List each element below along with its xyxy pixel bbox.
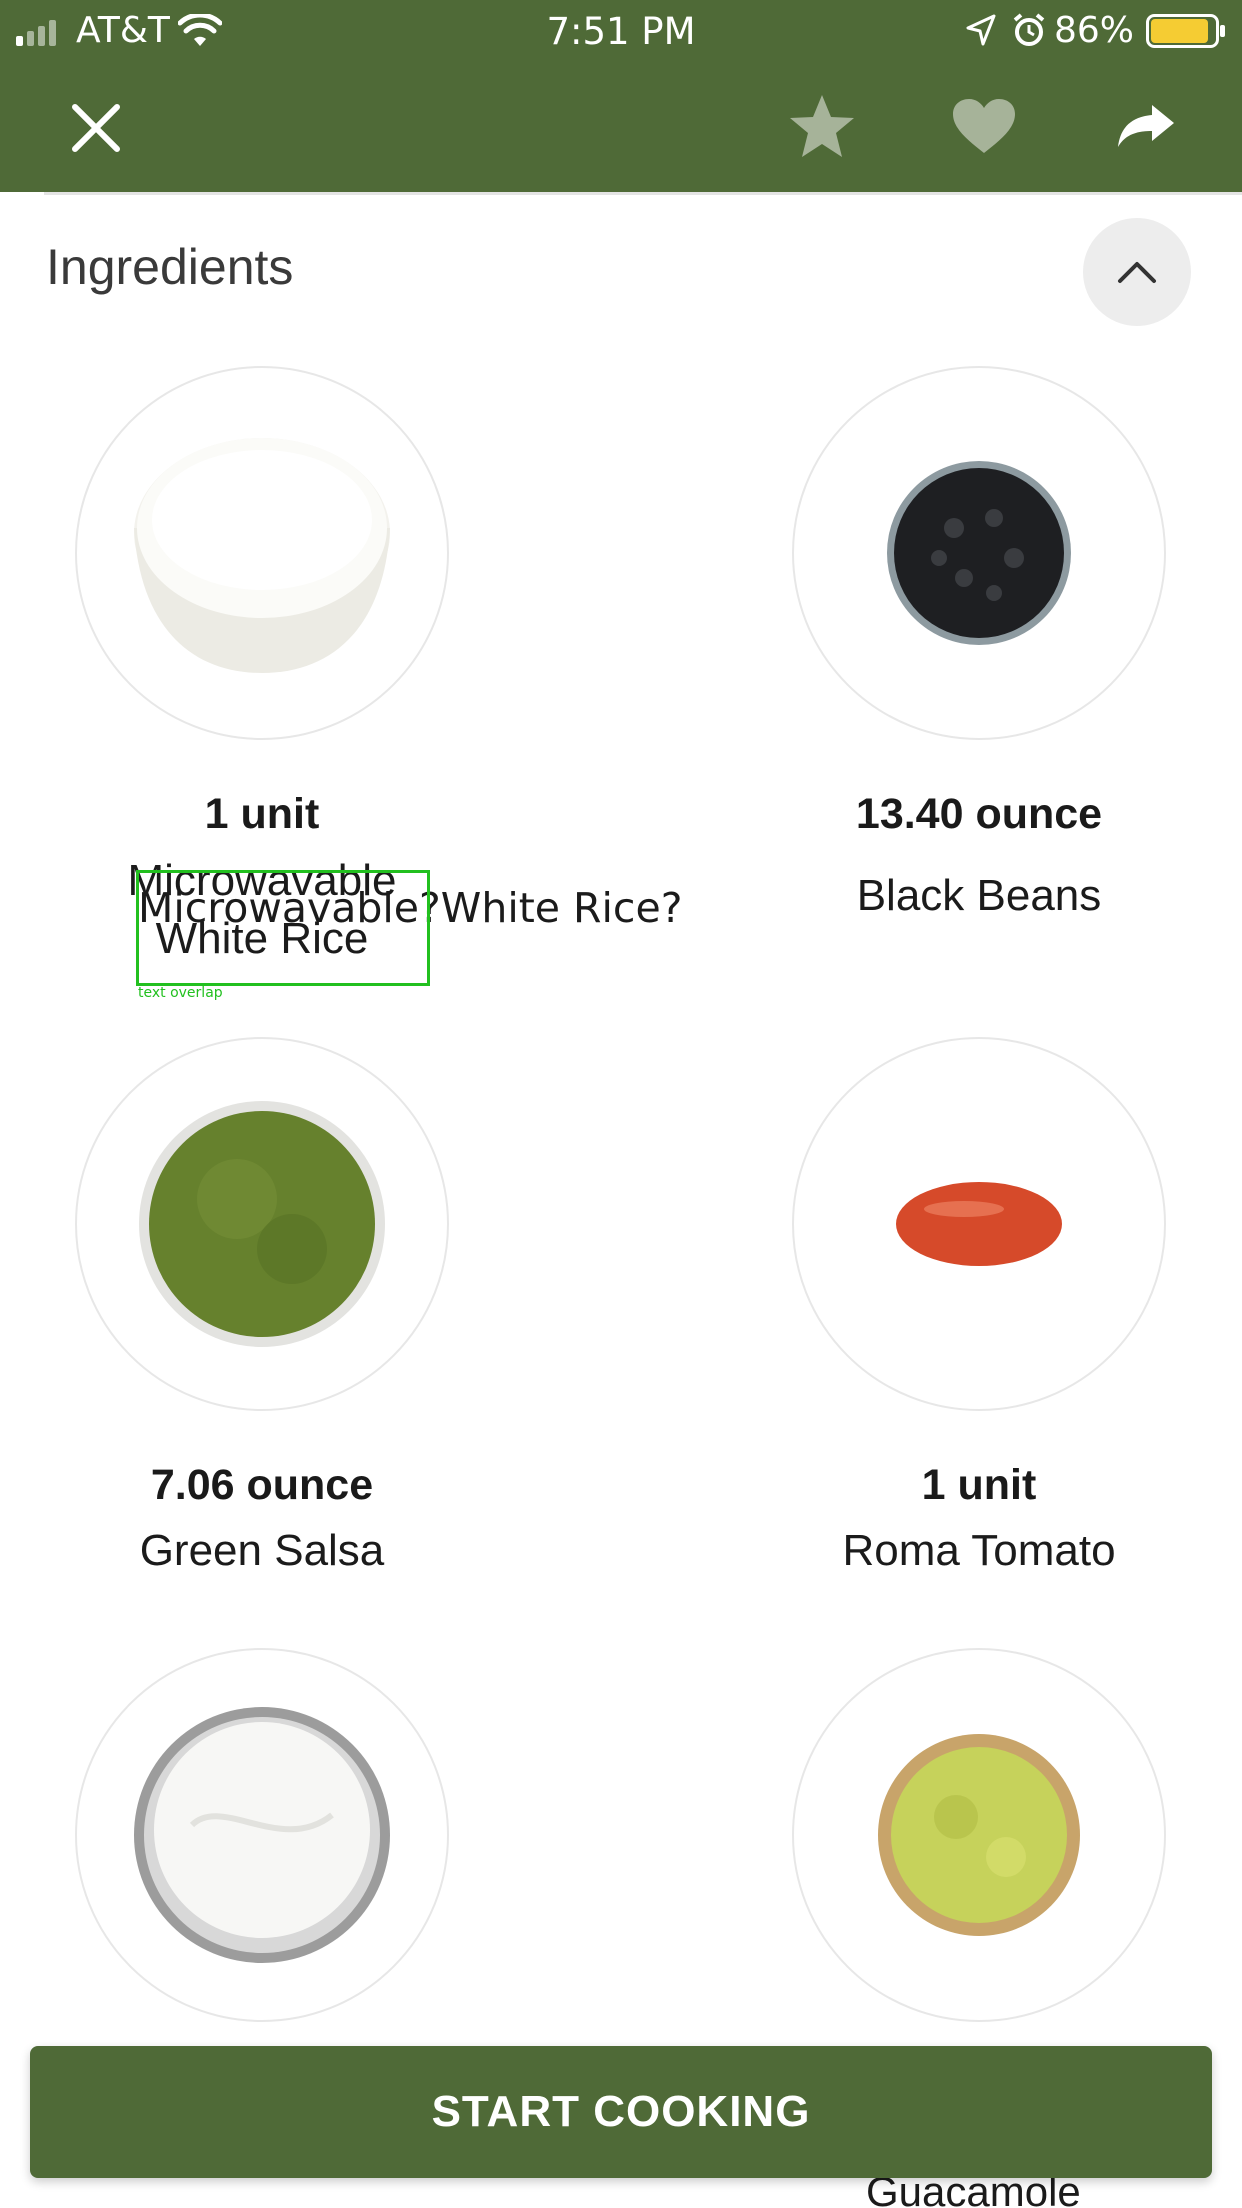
alarm-icon bbox=[1013, 13, 1045, 46]
header-divider bbox=[44, 192, 1242, 195]
heart-icon bbox=[953, 99, 1015, 153]
ingredient-quantity: 1 unit bbox=[204, 790, 320, 838]
status-bar: AT&T 7:51 PM 86% bbox=[0, 0, 1242, 62]
overlap-tag: text overlap bbox=[138, 985, 223, 1001]
battery-icon bbox=[1146, 14, 1225, 48]
battery-percent: 86% bbox=[1053, 10, 1134, 51]
green-salsa-image bbox=[139, 1101, 385, 1347]
app-header: AT&T 7:51 PM 86% bbox=[0, 0, 1242, 192]
start-cooking-button[interactable]: START COOKING bbox=[30, 2046, 1212, 2178]
ingredient-quantity: 13.40 ounce bbox=[855, 790, 1103, 838]
ingredient-card[interactable]: 7.06 ounce Green Salsa bbox=[2, 1037, 522, 1581]
location-icon bbox=[966, 14, 996, 46]
ingredient-card[interactable] bbox=[719, 1648, 1239, 2022]
overlap-highlight-box bbox=[136, 870, 430, 986]
ingredient-image bbox=[75, 366, 449, 740]
sour-cream-image bbox=[134, 1707, 390, 1963]
share-button[interactable] bbox=[1108, 90, 1184, 162]
ingredient-card[interactable]: 1 unit Roma Tomato bbox=[719, 1037, 1239, 1581]
ingredient-name: Roma Tomato bbox=[842, 1526, 1116, 1575]
rice-bowl-image bbox=[134, 438, 390, 673]
guacamole-image bbox=[878, 1734, 1080, 1936]
ingredient-image bbox=[792, 1037, 1166, 1411]
ingredient-image bbox=[792, 366, 1166, 740]
star-icon bbox=[790, 95, 854, 157]
ingredient-name: Black Beans bbox=[856, 871, 1102, 920]
like-heart-button[interactable] bbox=[944, 88, 1024, 164]
collapse-button[interactable] bbox=[1083, 218, 1191, 326]
ingredient-name: Green Salsa bbox=[139, 1526, 385, 1575]
ingredient-quantity: 1 unit bbox=[921, 1461, 1037, 1509]
favorite-star-button[interactable] bbox=[784, 88, 860, 164]
roma-tomato-image bbox=[896, 1182, 1062, 1266]
chevron-up-icon bbox=[1118, 262, 1156, 283]
black-beans-image bbox=[887, 461, 1071, 645]
close-button[interactable] bbox=[60, 92, 132, 164]
share-icon bbox=[1118, 105, 1174, 147]
ingredient-image bbox=[792, 1648, 1166, 2022]
ingredient-image bbox=[75, 1648, 449, 2022]
ingredient-quantity: 7.06 ounce bbox=[150, 1461, 374, 1509]
close-icon bbox=[72, 104, 120, 152]
ingredient-card[interactable] bbox=[2, 1648, 522, 2022]
ingredient-image bbox=[75, 1037, 449, 1411]
section-title: Ingredients bbox=[46, 239, 294, 295]
ingredient-card[interactable]: 13.40 ounce Black Beans bbox=[719, 366, 1239, 926]
